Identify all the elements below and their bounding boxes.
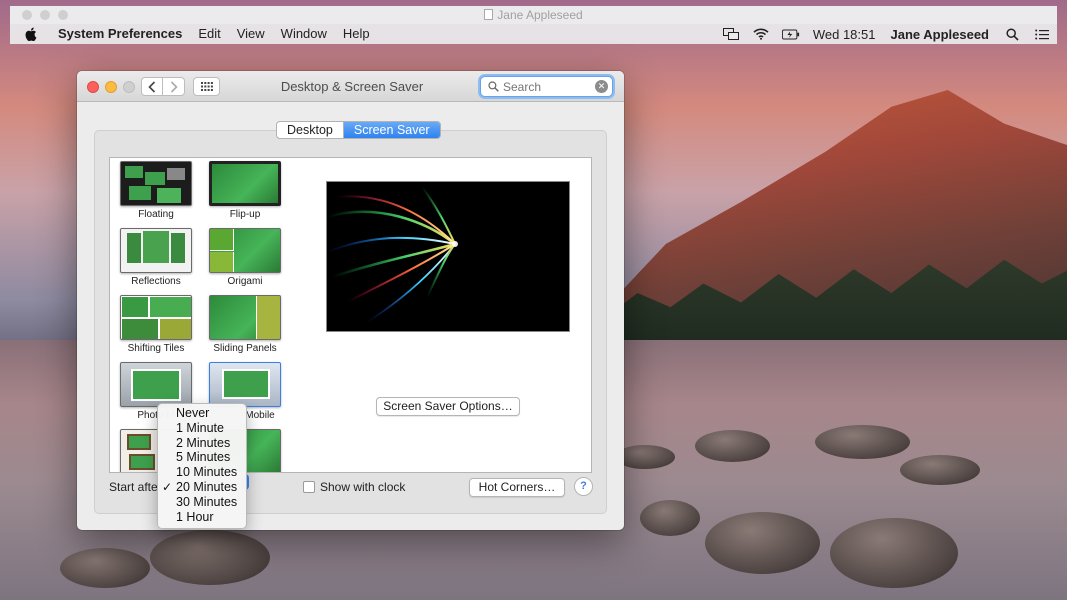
saver-label: Floating [138, 209, 174, 220]
menu-help[interactable]: Help [335, 24, 378, 44]
saver-thumbnail [120, 362, 192, 407]
menu-edit[interactable]: Edit [190, 24, 228, 44]
show-with-clock-checkbox[interactable]: Show with clock [303, 480, 405, 494]
help-button[interactable]: ? [574, 477, 593, 496]
outer-window-title: Jane Appleseed [497, 8, 583, 22]
hot-corners-button[interactable]: Hot Corners… [469, 478, 565, 497]
outer-window-titlebar: Jane Appleseed [10, 6, 1057, 24]
saver-item-sliding-panels[interactable]: Sliding Panels [205, 295, 285, 354]
option-label: 20 Minutes [176, 479, 238, 494]
saver-label: Sliding Panels [213, 343, 277, 354]
show-all-button[interactable] [193, 77, 220, 96]
menu-clock[interactable]: Wed 18:51 [806, 27, 883, 42]
clear-search-icon[interactable]: ✕ [595, 80, 608, 93]
search-icon [485, 79, 501, 95]
option-label: 1 Hour [176, 509, 214, 524]
window-title: Desktop & Screen Saver [280, 79, 424, 94]
menu-option-20-minutes[interactable]: ✓ 20 Minutes [158, 480, 246, 495]
menu-user-name[interactable]: Jane Appleseed [882, 27, 997, 42]
menu-app-name[interactable]: System Preferences [50, 24, 190, 44]
option-label: 30 Minutes [176, 494, 238, 509]
saver-thumbnail [209, 228, 281, 273]
saver-label: Shifting Tiles [127, 343, 185, 354]
start-after-label: Start after [109, 480, 162, 494]
document-icon [484, 9, 494, 20]
wallpaper-rock [695, 430, 770, 462]
menu-bar: System Preferences Edit View Window Help… [10, 24, 1057, 44]
screen-saver-preview [326, 181, 570, 332]
menu-option-1-minute[interactable]: 1 Minute [158, 421, 246, 436]
option-label: 10 Minutes [176, 465, 238, 480]
show-with-clock-label: Show with clock [320, 480, 406, 494]
option-label: 2 Minutes [176, 435, 231, 450]
menu-option-10-minutes[interactable]: 10 Minutes [158, 465, 246, 480]
battery-icon[interactable] [781, 27, 800, 41]
menu-option-30-minutes[interactable]: 30 Minutes [158, 495, 246, 510]
apple-icon[interactable] [24, 27, 38, 41]
minimize-button[interactable] [105, 81, 117, 93]
wallpaper-rock [60, 548, 150, 588]
menu-option-5-minutes[interactable]: 5 Minutes [158, 450, 246, 465]
saver-label: Origami [227, 276, 263, 287]
saver-item-origami[interactable]: Origami [205, 228, 285, 287]
saver-thumbnail [209, 362, 281, 407]
segmented-tabs: Desktop Screen Saver [276, 121, 441, 139]
wallpaper-rock [150, 530, 270, 585]
outer-traffic-lights [22, 10, 68, 20]
saver-thumbnail [209, 295, 281, 340]
menu-option-1-hour[interactable]: 1 Hour [158, 510, 246, 525]
menu-window[interactable]: Window [273, 24, 335, 44]
close-button[interactable] [87, 81, 99, 93]
back-button[interactable] [141, 77, 163, 96]
display-mirror-icon[interactable] [722, 27, 740, 41]
wallpaper-rock [640, 500, 700, 536]
saver-thumbnail [120, 228, 192, 273]
option-label: 1 Minute [176, 420, 224, 435]
desktop-screen-saver-window: Desktop & Screen Saver ✕ Desktop Screen … [77, 71, 624, 530]
search-field[interactable]: ✕ [480, 76, 613, 97]
grid-icon [200, 82, 213, 91]
wifi-icon[interactable] [752, 27, 770, 41]
saver-item-flip-up[interactable]: Flip-up [205, 161, 285, 220]
checkbox-box[interactable] [303, 481, 315, 493]
chevron-right-icon [170, 80, 178, 93]
tab-desktop[interactable]: Desktop [277, 122, 343, 138]
saver-item-floating[interactable]: Floating [116, 161, 196, 220]
wallpaper-rock [615, 445, 675, 469]
notification-center-icon[interactable] [1033, 27, 1051, 41]
option-label: 5 Minutes [176, 450, 231, 465]
forward-button[interactable] [163, 77, 185, 96]
menu-option-2-minutes[interactable]: 2 Minutes [158, 436, 246, 451]
spotlight-search-icon[interactable] [1003, 27, 1021, 41]
menu-option-never[interactable]: Never [158, 406, 246, 421]
wallpaper-rock [815, 425, 910, 459]
wallpaper-rock [705, 512, 820, 574]
saver-item-shifting-tiles[interactable]: Shifting Tiles [116, 295, 196, 354]
chevron-left-icon [148, 80, 156, 93]
wallpaper-rock [900, 455, 980, 485]
zoom-button[interactable] [123, 81, 135, 93]
saver-thumbnail [120, 295, 192, 340]
tab-screen-saver[interactable]: Screen Saver [342, 122, 440, 138]
menu-view[interactable]: View [229, 24, 273, 44]
saver-label: Flip-up [229, 209, 261, 220]
search-input[interactable] [501, 79, 593, 94]
saver-label: Reflections [131, 276, 181, 287]
menu-bar-status-area: Wed 18:51 Jane Appleseed [716, 24, 1057, 44]
option-label: Never [176, 406, 210, 420]
checkmark-icon: ✓ [162, 479, 173, 494]
saver-thumbnail [209, 161, 281, 206]
start-after-menu: Never 1 Minute 2 Minutes 5 Minutes 10 Mi… [157, 403, 247, 529]
wallpaper-rock [830, 518, 958, 588]
saver-item-reflections[interactable]: Reflections [116, 228, 196, 287]
window-titlebar: Desktop & Screen Saver ✕ [77, 71, 624, 102]
saver-thumbnail [120, 161, 192, 206]
arabesque-preview-image [327, 186, 458, 323]
screen-saver-options-button[interactable]: Screen Saver Options… [376, 397, 520, 416]
